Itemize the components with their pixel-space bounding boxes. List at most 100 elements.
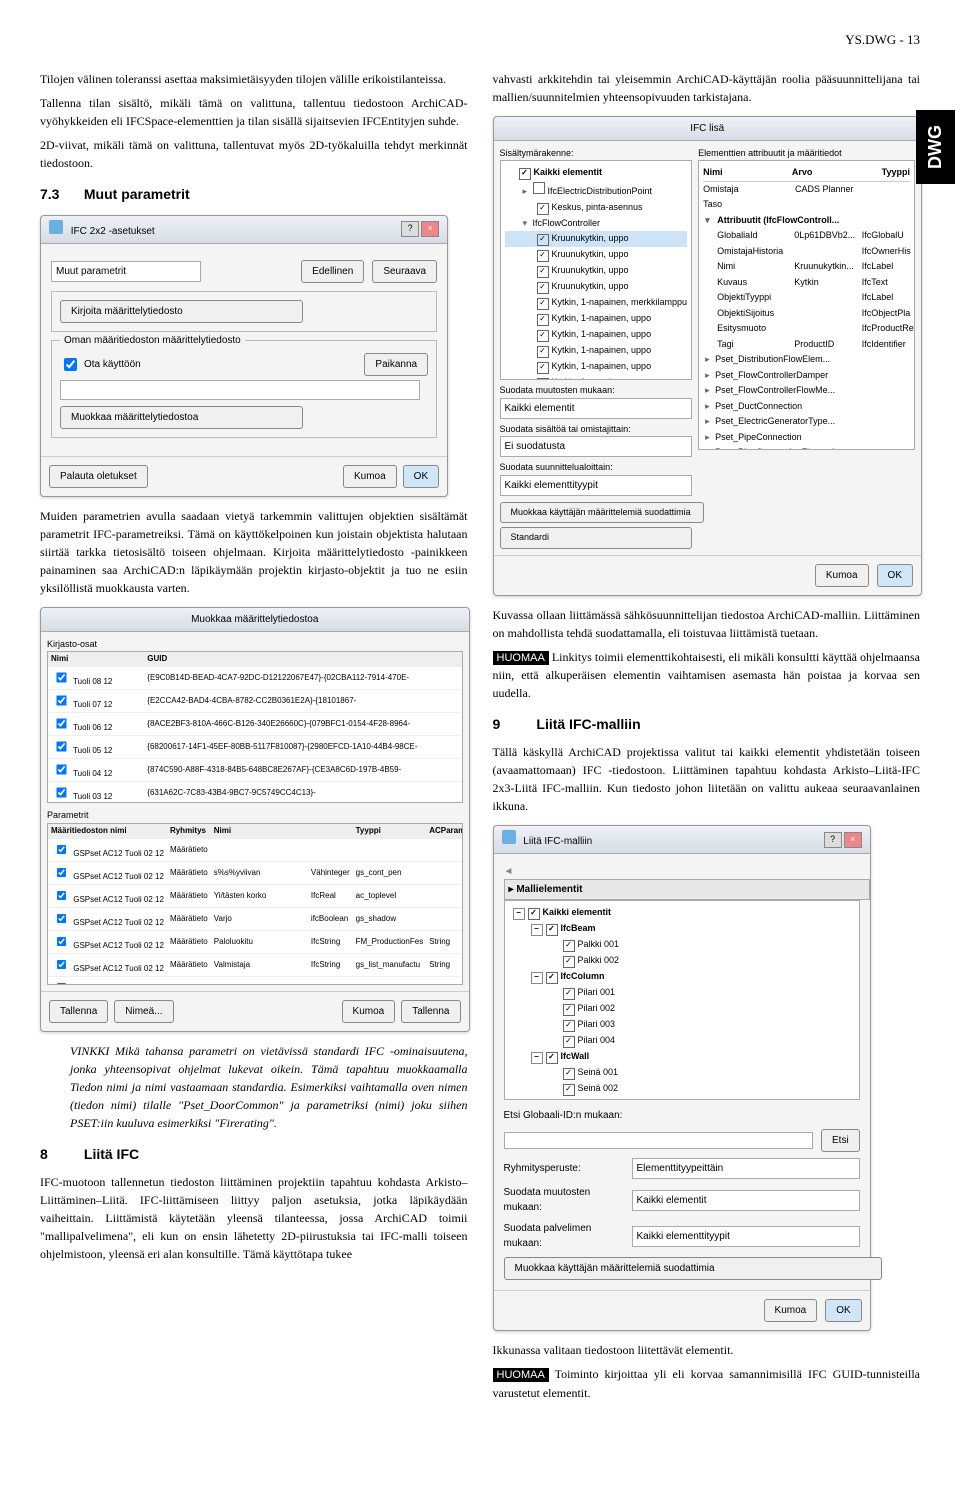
table-row[interactable]: Tuoli 03 12{631A62C-7C83-43B4-9BC7-9C574… — [48, 782, 462, 804]
help-icon[interactable]: ? — [824, 832, 842, 848]
expand-icon[interactable]: ▾ — [705, 214, 715, 228]
pset-item[interactable]: ▸Pset_PipeConnection — [703, 430, 910, 446]
edit-definition-button[interactable]: Muokkaa määrittelytiedostoa — [60, 406, 303, 429]
tree-item[interactable]: ✓Kruunukytkin, uppo — [505, 263, 688, 279]
cancel-button[interactable]: Kumoa — [343, 465, 397, 488]
tree-item[interactable]: −✓IfcColumn — [509, 969, 855, 985]
field-label: Suodata muutosten mukaan: — [504, 1185, 624, 1215]
defaults-button[interactable]: Standardi — [500, 527, 693, 549]
save-button[interactable]: Tallenna — [49, 1000, 108, 1023]
caption-text: Kuvassa ollaan liittämässä sähkösuunnitt… — [493, 606, 921, 642]
table-row[interactable]: GSPset AC12 Tuoli 02 12MäärätietoPaloluo… — [48, 930, 463, 953]
help-icon[interactable]: ? — [401, 221, 419, 237]
pset-item[interactable]: ▸Pset_DistributionFlowElem... — [703, 352, 910, 368]
tree-item[interactable]: ✓Pilari 002 — [509, 1001, 855, 1017]
tree-item[interactable]: −✓IfcWall — [509, 1049, 855, 1065]
element-tree[interactable]: ✓Kaikki elementit ▸IfcElectricDistributi… — [500, 160, 693, 380]
cancel-button[interactable]: Kumoa — [342, 1000, 396, 1023]
ok-button[interactable]: OK — [877, 564, 913, 587]
user-filters-button[interactable]: Muokkaa käyttäjän määrittelemiä suodatti… — [500, 502, 705, 524]
attr-group[interactable]: ▾ Attribuutit (IfcFlowControll... — [703, 213, 910, 229]
previous-button[interactable]: Edellinen — [301, 260, 364, 283]
pset-item[interactable]: ▸Pset_ElectricGeneratorType... — [703, 414, 910, 430]
close-icon[interactable]: × — [421, 221, 439, 237]
filter-label: Suodata sisältöä tai omistajittain: — [500, 423, 693, 437]
tree-item[interactable]: ✓Kytkin, 1-napainen, uppo — [505, 327, 688, 343]
ok-button[interactable]: OK — [403, 465, 439, 488]
pset-item[interactable]: ▸Pset_FlowControllerFlowMe... — [703, 383, 910, 399]
search-label: Etsi Globaali-ID:n mukaan: — [504, 1108, 860, 1123]
tree-item[interactable]: ▾IfcFlowController — [505, 216, 688, 232]
library-parts-table[interactable]: Nimi GUID Tuoli 08 12{E9C0B14D-BEAD-4CA7… — [48, 652, 462, 803]
cancel-button[interactable]: Kumoa — [815, 564, 869, 587]
parameters-table[interactable]: Määritiedoston nimiRyhmitysNimiTyyppiACP… — [48, 824, 463, 985]
cancel-button[interactable]: Kumoa — [764, 1299, 818, 1322]
next-button[interactable]: Seuraava — [372, 260, 437, 283]
filter-dropdown[interactable]: Kaikki elementit — [500, 398, 693, 419]
tree-item[interactable]: ✓Palkki 001 — [509, 937, 855, 953]
tree-item[interactable]: ✓Kytkin, 1-napainen, merkkilamppu — [505, 295, 688, 311]
rename-button[interactable]: Nimeä... — [114, 1000, 173, 1023]
tree-item[interactable]: ✓Seinä 001 — [509, 1065, 855, 1081]
tree-item[interactable]: −✓Kaikki elementit — [509, 905, 855, 921]
table-row[interactable]: Tuoli 06 12{8ACE2BF3-810A-466C-B126-340E… — [48, 713, 462, 736]
tree-item[interactable]: −✓IfcBeam — [509, 921, 855, 937]
ifc-2x2-settings-dialog: IFC 2x2 -asetukset ? × Muut parametrit E… — [40, 215, 448, 497]
tree-item[interactable]: ✓Pilari 004 — [509, 1033, 855, 1049]
table-row[interactable]: Tuoli 05 12{68200617-14F1-45EF-80BB-5117… — [48, 736, 462, 759]
defaults-button[interactable]: Palauta oletukset — [49, 465, 148, 488]
tab-dropdown[interactable]: Muut parametrit — [51, 261, 201, 282]
pset-item[interactable]: ▸Pset_PipeConnectionFlanged — [703, 445, 910, 450]
table-row[interactable]: GSPset AC12 Tuoli 02 12MäärätietoValmist… — [48, 953, 463, 976]
close-icon[interactable]: × — [844, 832, 862, 848]
doc-header: YS.DWG - 13 — [40, 30, 920, 50]
changes-filter-dropdown[interactable]: Kaikki elementit — [632, 1190, 860, 1211]
table-row[interactable]: GSPset AC12 Tuoli 02 12MäärätietoVarjoif… — [48, 907, 463, 930]
tree-item[interactable]: ✓Pilari 003 — [509, 1017, 855, 1033]
user-filters-button[interactable]: Muokkaa käyttäjän määrittelemiä suodatti… — [504, 1257, 882, 1280]
tree-item[interactable]: ✓Kytkin, 1-napainen, uppo — [505, 375, 688, 380]
filter-dropdown[interactable]: Kaikki elementtityypit — [500, 475, 693, 496]
attribute-panel[interactable]: NimiArvoTyyppi OmistajaCADS PlannerTaso … — [698, 160, 915, 450]
tree-item[interactable]: ✓Seinä 002 — [509, 1081, 855, 1097]
model-elements-tree[interactable]: −✓Kaikki elementit−✓IfcBeam✓Palkki 001✓P… — [504, 900, 860, 1100]
search-button[interactable]: Etsi — [821, 1129, 860, 1152]
pset-item[interactable]: ▸Pset_FlowControllerDamper — [703, 368, 910, 384]
path-input[interactable] — [60, 380, 420, 400]
grouping-dropdown[interactable]: Elementtityypeittäin — [632, 1158, 860, 1179]
tree-item[interactable]: ✓Palkki 002 — [509, 953, 855, 969]
table-row[interactable]: GSPset AC12 Tuoli 02 12Määrätieto — [48, 838, 463, 861]
table-row[interactable]: Tuoli 04 12{874C590-A88F-4318-84B5-648BC… — [48, 759, 462, 782]
server-filter-dropdown[interactable]: Kaikki elementtityypit — [632, 1226, 860, 1247]
tree-item[interactable]: ▸IfcElectricDistributionPoint — [505, 181, 688, 200]
enable-checkbox[interactable] — [64, 358, 77, 371]
tree-item[interactable]: ✓Kruunukytkin, uppo — [505, 231, 688, 247]
section-header[interactable]: ▸ Mallielementit — [504, 879, 870, 900]
pset-item[interactable]: ▸Pset_DuctConnection — [703, 399, 910, 415]
write-definition-button[interactable]: Kirjoita määrittelytiedosto — [60, 300, 303, 323]
filter-dropdown[interactable]: Ei suodatusta — [500, 436, 693, 457]
tree-item[interactable]: ✓Seinä 003 — [509, 1097, 855, 1100]
tree-item[interactable]: ✓Kruunukytkin, uppo — [505, 247, 688, 263]
table-row[interactable]: Tuoli 07 12{E2CCA42-BAD4-4CBA-8782-CC2B0… — [48, 690, 462, 713]
table-row[interactable]: GSPset AC12 Tuoli 02 12MäärätietoYi/täst… — [48, 884, 463, 907]
tree-item[interactable]: ✓Kytkin, 1-napainen, uppo — [505, 311, 688, 327]
section-number: 9 — [493, 714, 533, 735]
attr-row: NimiKruunukytkin...IfcLabel — [717, 259, 910, 275]
tree-item[interactable]: ✓Pilari 001 — [509, 985, 855, 1001]
attr-row: TagiProductIDIfcIdentifier — [717, 337, 910, 353]
table-row[interactable]: GSPset AC12 Tuoli 02 12Määrätietos%s%yvi… — [48, 861, 463, 884]
save-button-2[interactable]: Tallenna — [401, 1000, 460, 1023]
tree-item[interactable]: ✓Kytkin, 1-napainen, uppo — [505, 343, 688, 359]
table-row[interactable]: GSPset AC12 Tuoli 02 12MäärätietoT./Sytt… — [48, 976, 463, 985]
tree-item[interactable]: ✓Kytkin, 1-napainen, uppo — [505, 359, 688, 375]
locate-button[interactable]: Paikanna — [364, 353, 428, 376]
table-row[interactable]: Tuoli 08 12{E9C0B14D-BEAD-4CA7-92DC-D121… — [48, 667, 462, 690]
tree-root[interactable]: ✓Kaikki elementit — [505, 165, 688, 181]
tree-item[interactable]: ✓Kruunukytkin, uppo — [505, 279, 688, 295]
section-title: Liitä IFC — [84, 1146, 139, 1162]
global-id-input[interactable] — [504, 1132, 814, 1149]
dialog-title-text: IFC lisä — [502, 121, 914, 136]
ok-button[interactable]: OK — [825, 1299, 861, 1322]
tree-item[interactable]: ✓Keskus, pinta-asennus — [505, 200, 688, 216]
